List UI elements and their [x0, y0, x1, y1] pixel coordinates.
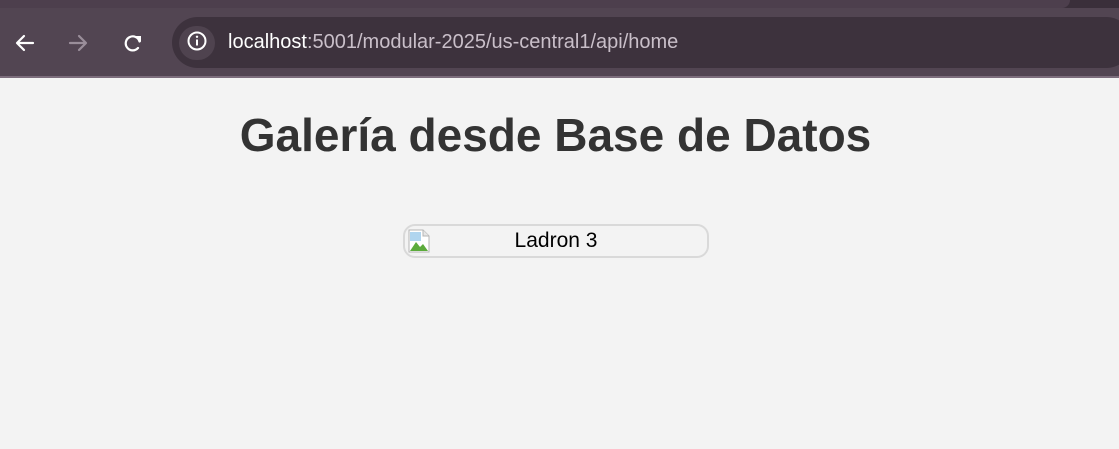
back-button[interactable] [8, 26, 42, 60]
toolbar-divider [0, 76, 1119, 78]
reload-button[interactable] [116, 26, 150, 60]
url-path: :5001/modular-2025/us-central1/api/home [306, 31, 679, 53]
info-icon [186, 30, 208, 57]
gallery-item: Ladron 3 [403, 224, 709, 258]
arrow-right-icon [67, 32, 89, 54]
active-tab-edge [0, 0, 1070, 8]
url-host: localhost [228, 31, 307, 53]
arrow-left-icon [14, 32, 36, 54]
reload-icon [122, 32, 144, 54]
site-info-button[interactable] [179, 26, 215, 60]
page-title: Galería desde Base de Datos [239, 109, 872, 161]
browser-chrome: localhost:5001/modular-2025/us-central1/… [0, 0, 1119, 78]
tab-strip [0, 0, 1119, 8]
address-url[interactable]: localhost:5001/modular-2025/us-central1/… [228, 31, 678, 54]
forward-button[interactable] [61, 26, 95, 60]
image-alt-text: Ladron 3 [514, 229, 598, 252]
